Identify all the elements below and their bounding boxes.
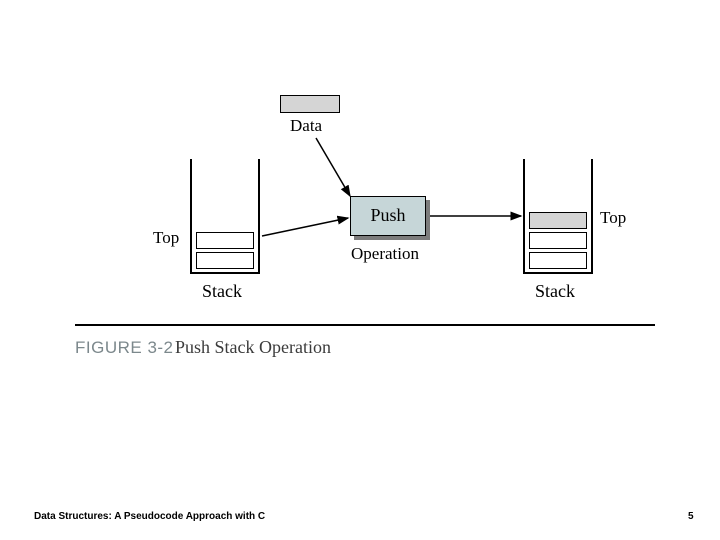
footer-book-title: Data Structures: A Pseudocode Approach w…: [34, 511, 265, 522]
figure-title: Push Stack Operation: [175, 337, 331, 358]
figure-diagram: Data Top Stack Push Operation Top Stack: [0, 0, 720, 540]
footer-page-number: 5: [688, 511, 694, 522]
figure-number: FIGURE 3-2: [75, 338, 174, 358]
arrow-data-to-push: [0, 0, 720, 540]
caption-divider: [75, 324, 655, 326]
